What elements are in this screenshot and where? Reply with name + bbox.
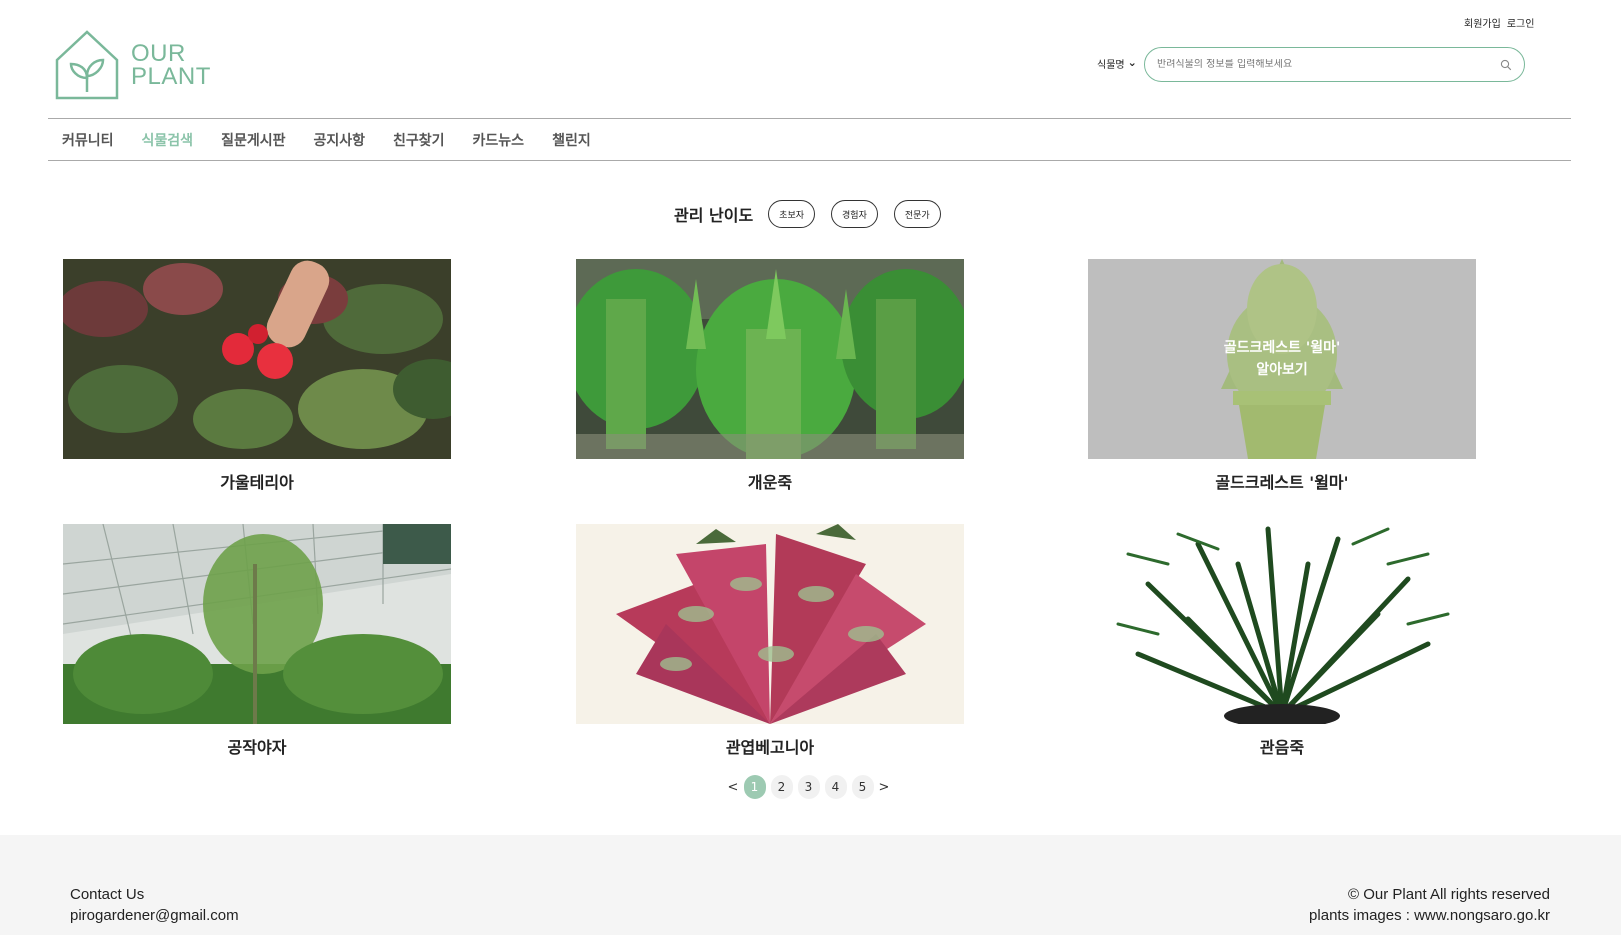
- overlay-learn-more: 알아보기: [1256, 362, 1308, 378]
- difficulty-filter: 관리 난이도 초보자 경험자 전문가: [674, 200, 957, 228]
- plant-card[interactable]: 가울테리아: [63, 259, 451, 493]
- plant-card[interactable]: 공작야자: [63, 524, 451, 758]
- plant-image: [1088, 524, 1476, 724]
- copyright-text: © Our Plant All rights reserved: [1348, 886, 1550, 903]
- nav-item-community[interactable]: 커뮤니티: [62, 130, 114, 150]
- nav-item-qna-board[interactable]: 질문게시판: [221, 130, 285, 150]
- footer-contact: Contact Us pirogardener@gmail.com: [70, 884, 239, 926]
- main-nav: 커뮤니티 식물검색 질문게시판 공지사항 친구찾기 카드뉴스 챌린지: [62, 130, 619, 150]
- search-icon[interactable]: [1500, 59, 1512, 71]
- overlay-plant-name: 골드크레스트 '윌마': [1223, 340, 1341, 356]
- nav-item-card-news[interactable]: 카드뉴스: [473, 130, 525, 150]
- auth-links: 회원가입 로그인: [1464, 15, 1534, 30]
- logo-line-1: OUR: [131, 40, 186, 67]
- nav-divider-top: [48, 118, 1571, 119]
- next-page-button[interactable]: >: [876, 780, 892, 795]
- page-button-5[interactable]: 5: [851, 775, 874, 799]
- plant-name: 공작야자: [227, 738, 287, 757]
- plant-name: 관음죽: [1259, 738, 1305, 757]
- nav-item-find-friends[interactable]: 친구찾기: [393, 130, 445, 150]
- logo-line-2: PLANT: [131, 63, 211, 90]
- chevron-down-icon: ⌄: [1127, 56, 1137, 69]
- plant-card[interactable]: 골드크레스트 '윌마' 알아보기 골드크레스트 '윌마': [1088, 259, 1476, 493]
- search-input[interactable]: [1157, 59, 1500, 70]
- plant-image: 골드크레스트 '윌마' 알아보기: [1088, 259, 1476, 459]
- nav-item-challenge[interactable]: 챌린지: [552, 130, 591, 150]
- pagination: < 1 2 3 4 5 >: [725, 775, 892, 799]
- search-category-value: 식물명: [1097, 60, 1125, 71]
- plant-card[interactable]: 개운죽: [576, 259, 964, 493]
- login-link[interactable]: 로그인: [1507, 15, 1535, 30]
- plant-name: 관엽베고니아: [725, 738, 815, 757]
- plant-name: 골드크레스트 '윌마': [1215, 473, 1349, 492]
- page-button-3[interactable]: 3: [797, 775, 820, 799]
- prev-page-button[interactable]: <: [725, 780, 741, 795]
- site-logo[interactable]: OUR PLANT: [55, 30, 211, 100]
- plant-name: 가울테리아: [220, 473, 294, 492]
- nav-item-notice[interactable]: 공지사항: [313, 130, 365, 150]
- plant-image: [576, 524, 964, 724]
- page-button-1[interactable]: 1: [743, 775, 766, 799]
- plant-image: [63, 524, 451, 724]
- nav-divider-bottom: [48, 160, 1571, 161]
- page-button-4[interactable]: 4: [824, 775, 847, 799]
- images-credit: plants images : www.nongsaro.go.kr: [1309, 907, 1550, 924]
- plant-image: [63, 259, 451, 459]
- search-bar: [1144, 47, 1525, 82]
- plant-card[interactable]: 관음죽: [1088, 524, 1476, 758]
- contact-title: Contact Us: [70, 886, 145, 903]
- search-category-select[interactable]: 식물명 ⌄: [1097, 56, 1137, 71]
- signup-link[interactable]: 회원가입: [1464, 15, 1501, 30]
- footer: Contact Us pirogardener@gmail.com © Our …: [0, 835, 1621, 935]
- nav-item-plant-search[interactable]: 식물검색: [142, 130, 194, 150]
- house-plant-logo-icon: [55, 30, 119, 100]
- filter-experienced-button[interactable]: 경험자: [831, 200, 878, 228]
- contact-email: pirogardener@gmail.com: [70, 907, 239, 924]
- filter-beginner-button[interactable]: 초보자: [768, 200, 816, 228]
- plant-hover-overlay[interactable]: 골드크레스트 '윌마' 알아보기: [1088, 259, 1476, 459]
- plant-card[interactable]: 관엽베고니아: [576, 524, 964, 758]
- plant-image: [576, 259, 964, 459]
- difficulty-filter-label: 관리 난이도: [674, 206, 754, 225]
- logo-text: OUR PLANT: [131, 40, 211, 90]
- plant-name: 개운죽: [747, 473, 793, 492]
- page-button-2[interactable]: 2: [770, 775, 793, 799]
- footer-credits: © Our Plant All rights reserved plants i…: [1309, 884, 1550, 926]
- filter-expert-button[interactable]: 전문가: [893, 200, 941, 228]
